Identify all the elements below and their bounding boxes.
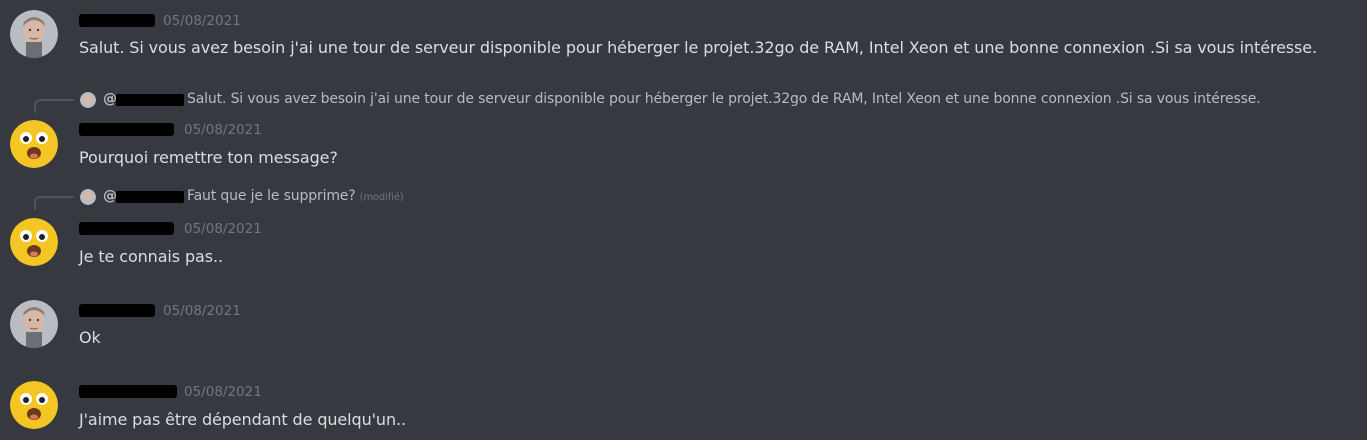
- message-timestamp: 05/08/2021: [184, 384, 262, 400]
- message-content: Pourquoi remettre ton message?: [79, 148, 338, 167]
- reply-username-redacted: [116, 94, 184, 106]
- reply-spine: [34, 196, 74, 210]
- reply-text: Salut. Si vous avez besoin j'ai une tour…: [187, 91, 1261, 107]
- username-redacted[interactable]: [79, 14, 155, 27]
- reply-text-content: Faut que je le supprime?: [187, 188, 356, 204]
- message-timestamp: 05/08/2021: [163, 303, 241, 319]
- reply-text: Faut que je le supprime? (modifié): [187, 188, 404, 204]
- message-content: J'aime pas être dépendant de quelqu'un..: [79, 410, 406, 429]
- message-content: Salut. Si vous avez besoin j'ai une tour…: [79, 38, 1318, 57]
- message-timestamp: 05/08/2021: [184, 221, 262, 237]
- username-redacted[interactable]: [79, 222, 174, 235]
- message-content: Je te connais pas..: [79, 247, 223, 266]
- message-content: Ok: [79, 328, 101, 347]
- reply-avatar-man: [80, 189, 96, 205]
- edited-label: (modifié): [359, 192, 404, 203]
- reply-preview[interactable]: @ Faut que je le supprime? (modifié): [0, 187, 1367, 210]
- reply-mention-at: @: [103, 188, 117, 204]
- user-avatar-blob[interactable]: [10, 120, 58, 168]
- message-timestamp: 05/08/2021: [184, 122, 262, 138]
- username-redacted[interactable]: [79, 123, 174, 136]
- user-avatar-blob[interactable]: [10, 381, 58, 429]
- reply-spine: [34, 99, 74, 113]
- reply-username-redacted: [116, 191, 184, 203]
- user-avatar-blob[interactable]: [10, 218, 58, 266]
- reply-preview[interactable]: @ Salut. Si vous avez besoin j'ai une to…: [0, 90, 1367, 113]
- username-redacted[interactable]: [79, 304, 155, 317]
- reply-mention-at: @: [103, 91, 117, 107]
- username-redacted[interactable]: [79, 385, 177, 398]
- user-avatar-man[interactable]: [10, 10, 58, 58]
- user-avatar-man[interactable]: [10, 300, 58, 348]
- reply-avatar-man: [80, 92, 96, 108]
- message-timestamp: 05/08/2021: [163, 13, 241, 29]
